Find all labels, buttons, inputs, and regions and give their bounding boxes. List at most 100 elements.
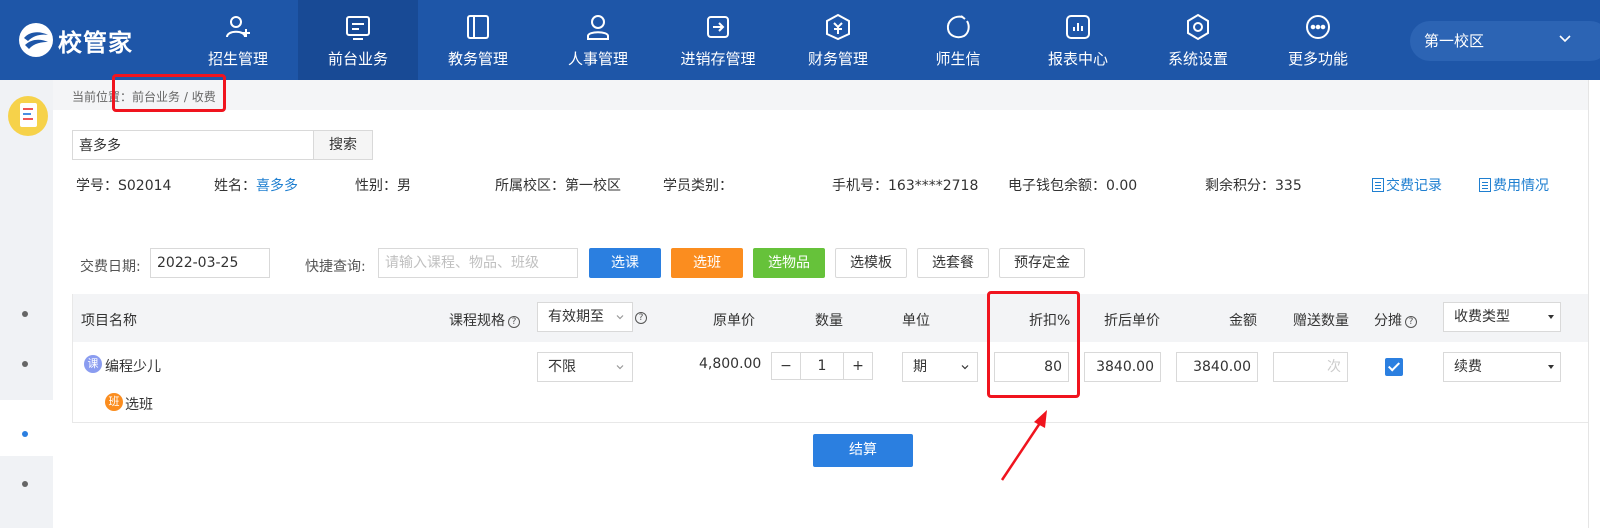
document-icon xyxy=(1372,178,1384,192)
nav-item-more[interactable]: 更多功能 xyxy=(1258,0,1378,80)
decrement-button[interactable]: − xyxy=(772,353,800,379)
col-item-name: 项目名称 xyxy=(81,313,137,329)
logo-text: 校管家 xyxy=(58,28,133,57)
select-package-button[interactable]: 选套餐 xyxy=(917,248,989,278)
select-template-button[interactable]: 选模板 xyxy=(835,248,907,278)
help-icon[interactable]: ? xyxy=(508,316,520,328)
nav-label: 进销存管理 xyxy=(680,50,756,68)
rail-dot[interactable] xyxy=(22,481,28,487)
unit-select[interactable]: 期 xyxy=(902,352,978,382)
chevron-down-icon xyxy=(961,365,969,370)
book-icon xyxy=(467,15,489,39)
select-course-button[interactable]: 选课 xyxy=(589,248,661,278)
fee-type-select[interactable]: 续费 xyxy=(1443,352,1561,382)
caret-down-icon xyxy=(1548,315,1554,319)
increment-button[interactable]: + xyxy=(844,353,872,379)
rail-dot-active[interactable] xyxy=(22,431,28,437)
rail-dot[interactable] xyxy=(22,311,28,317)
document-icon xyxy=(1479,178,1491,192)
chevron-down-icon xyxy=(616,365,624,370)
payment-records-link[interactable]: 交费记录 xyxy=(1372,175,1442,195)
nav-item-hr[interactable]: 人事管理 xyxy=(538,0,658,80)
quick-search-input[interactable] xyxy=(378,248,578,278)
chevron-down-icon xyxy=(616,315,624,320)
col-discount-price: 折后单价 xyxy=(1104,313,1160,329)
col-price: 原单价 xyxy=(713,313,755,329)
nav-label: 教务管理 xyxy=(447,50,508,68)
prepay-deposit-button[interactable]: 预存定金 xyxy=(999,248,1085,278)
nav-label: 招生管理 xyxy=(207,50,268,68)
checkout-button[interactable]: 结算 xyxy=(813,434,913,467)
split-checkbox[interactable] xyxy=(1385,358,1403,376)
nav-label: 前台业务 xyxy=(327,50,388,68)
gift-qty-input[interactable]: 次 xyxy=(1273,352,1348,382)
select-class-button[interactable]: 选班 xyxy=(671,248,743,278)
help-icon[interactable]: ? xyxy=(1405,316,1417,328)
col-qty: 数量 xyxy=(815,313,843,329)
student-gender: 性别：男 xyxy=(355,178,411,194)
col-unit: 单位 xyxy=(902,313,930,329)
student-phone: 手机号：163****2718 xyxy=(832,178,979,194)
student-search-input[interactable] xyxy=(72,130,314,160)
nav-item-finance[interactable]: 财务管理 xyxy=(778,0,898,80)
col-split: 分摊? xyxy=(1374,310,1417,330)
student-campus: 所属校区：第一校区 xyxy=(495,178,621,194)
nav-label: 师生信 xyxy=(935,50,981,68)
inventory-icon xyxy=(707,16,729,38)
user-add-icon xyxy=(226,16,250,38)
help-icon[interactable]: ? xyxy=(635,312,647,324)
student-wallet: 电子钱包余额：0.00 xyxy=(1008,178,1138,194)
document-icon xyxy=(20,103,37,127)
table-row-divider xyxy=(72,422,1600,423)
annotation-highlight-box xyxy=(112,74,226,112)
nav-item-messages[interactable]: 师生信 xyxy=(898,0,1018,80)
nav-item-reports[interactable]: 报表中心 xyxy=(1018,0,1138,80)
student-type: 学员类别： xyxy=(663,178,733,194)
validity-select[interactable]: 有效期至 xyxy=(537,302,633,332)
select-class-link[interactable]: 选班 xyxy=(125,394,153,414)
nav-item-enrollment[interactable]: 招生管理 xyxy=(178,0,298,80)
settings-icon xyxy=(1187,13,1209,41)
student-points: 剩余积分：335 xyxy=(1205,178,1302,194)
nav-label: 财务管理 xyxy=(807,50,868,68)
student-name-link[interactable]: 喜多多 xyxy=(256,178,298,194)
fee-status-link[interactable]: 费用情况 xyxy=(1479,175,1549,195)
col-amount: 金额 xyxy=(1229,313,1257,329)
rail-selected-item[interactable] xyxy=(0,400,53,456)
nav-item-front-desk[interactable]: 前台业务 xyxy=(298,0,418,80)
payment-date-label: 交费日期: xyxy=(80,259,141,275)
nav-item-academic[interactable]: 教务管理 xyxy=(418,0,538,80)
amount-input[interactable]: 3840.00 xyxy=(1176,352,1258,382)
nav-label: 人事管理 xyxy=(567,50,628,68)
breadcrumb-bar xyxy=(53,80,1600,110)
main-nav: 招生管理 前台业务 教务管理 人事管理 进销存管理 财务管理 师生信 报表中心 … xyxy=(178,0,1378,80)
more-icon xyxy=(1306,15,1330,39)
finance-icon xyxy=(826,13,850,41)
app-logo[interactable]: 校管家 xyxy=(18,20,133,60)
original-price: 4,800.00 xyxy=(699,356,762,372)
scrollbar-track[interactable] xyxy=(1588,80,1600,528)
table-border xyxy=(72,294,73,423)
nav-item-settings[interactable]: 系统设置 xyxy=(1138,0,1258,80)
left-rail xyxy=(0,80,53,528)
app-shortcut-icon[interactable] xyxy=(8,96,48,136)
validity-value-select[interactable]: 不限 xyxy=(537,352,633,382)
nav-item-inventory[interactable]: 进销存管理 xyxy=(658,0,778,80)
quantity-value[interactable]: 1 xyxy=(800,353,844,379)
caret-down-icon xyxy=(1548,365,1554,369)
desk-icon xyxy=(346,16,370,40)
discount-price-input[interactable]: 3840.00 xyxy=(1084,352,1161,382)
chevron-down-icon xyxy=(1559,35,1571,43)
quick-search-label: 快捷查询: xyxy=(305,259,366,275)
search-button[interactable]: 搜索 xyxy=(313,130,373,160)
col-spec: 课程规格? xyxy=(449,310,520,330)
quantity-stepper: − 1 + xyxy=(771,352,873,380)
rail-dot[interactable] xyxy=(22,361,28,367)
course-name: 编程少儿 xyxy=(105,359,161,375)
logo-icon xyxy=(19,23,53,57)
payment-date-input[interactable]: 2022-03-25 xyxy=(150,248,270,278)
person-icon xyxy=(587,15,609,40)
annotation-highlight-box xyxy=(987,291,1080,398)
fee-type-header-select[interactable]: 收费类型 xyxy=(1443,302,1561,332)
select-goods-button[interactable]: 选物品 xyxy=(753,248,825,278)
